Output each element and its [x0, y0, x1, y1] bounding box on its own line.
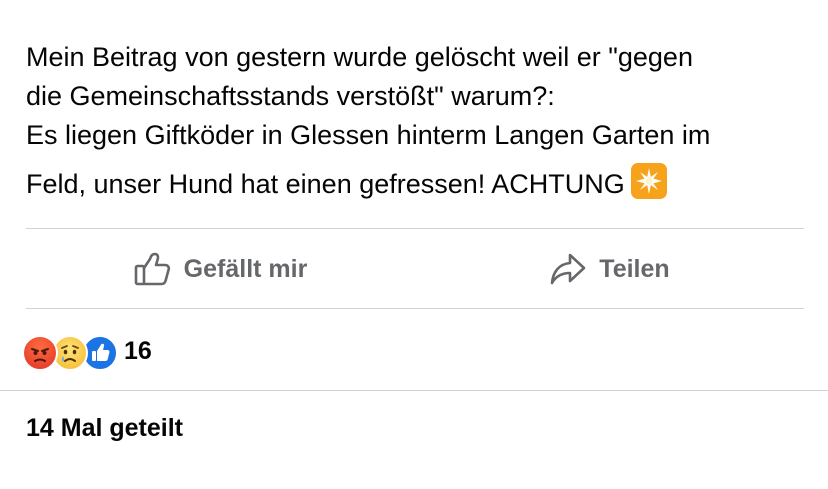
share-button-label: Teilen — [599, 254, 670, 283]
divider — [26, 308, 804, 309]
divider — [0, 390, 828, 391]
share-count[interactable]: 14 Mal geteilt — [26, 414, 183, 443]
post-text-line-content: Feld, unser Hund hat einen gefressen! AC… — [26, 169, 625, 199]
post-text-line: die Gemeinschaftsstands verstößt" warum?… — [26, 81, 555, 111]
like-button[interactable]: Gefällt mir — [26, 229, 415, 309]
action-bar: Gefällt mir Teilen — [26, 229, 804, 309]
post-text-line-last: Feld, unser Hund hat einen gefressen! AC… — [26, 163, 816, 204]
reaction-icons — [22, 333, 122, 371]
post-text-line: Es liegen Giftköder in Glessen hinterm L… — [26, 120, 711, 150]
post-text-line: Mein Beitrag von gestern wurde gelöscht … — [26, 42, 693, 72]
thumbs-up-icon — [134, 251, 172, 287]
like-button-label: Gefällt mir — [183, 254, 308, 283]
eight-pointed-star-icon — [630, 163, 667, 199]
angry-reaction-icon — [22, 335, 58, 371]
reaction-count: 16 — [124, 336, 152, 365]
share-button[interactable]: Teilen — [415, 229, 804, 309]
share-arrow-icon — [549, 252, 587, 286]
post-body: Mein Beitrag von gestern wurde gelöscht … — [26, 38, 816, 204]
reactions-summary[interactable]: 16 — [22, 331, 152, 371]
